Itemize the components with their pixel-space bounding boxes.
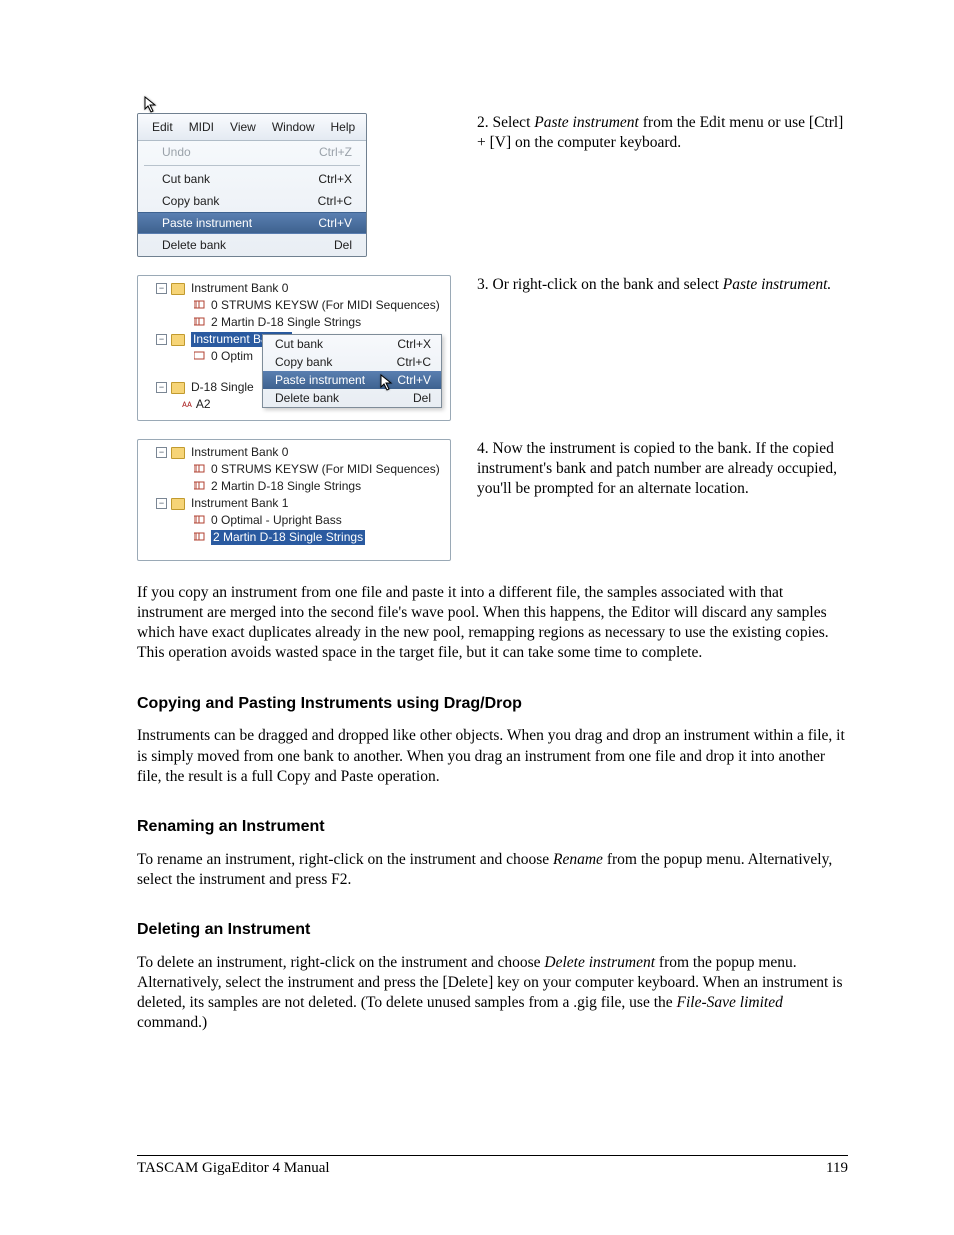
menu-bar: Edit MIDI View Window Help (138, 114, 366, 141)
cursor-icon (380, 374, 394, 392)
folder-icon (171, 382, 185, 394)
paragraph-dragdrop: Instruments can be dragged and dropped l… (137, 726, 848, 786)
menu-item-undo[interactable]: UndoCtrl+Z (138, 141, 366, 163)
heading-rename: Renaming an Instrument (137, 817, 848, 838)
ctx-copy-bank[interactable]: Copy bankCtrl+C (263, 353, 441, 371)
menu-item-delete-bank[interactable]: Delete bankDel (138, 234, 366, 256)
step-4-text: 4. Now the instrument is copied to the b… (477, 439, 848, 499)
tree-item[interactable]: 0 STRUMS KEYSW (For MIDI Sequences) (211, 462, 440, 477)
folder-icon (171, 283, 185, 295)
menu-window[interactable]: Window (264, 118, 323, 136)
tree-bank-0[interactable]: Instrument Bank 0 (191, 445, 288, 460)
ctx-delete-bank[interactable]: Delete bankDel (263, 389, 441, 407)
folder-icon (171, 498, 185, 510)
edit-menu-screenshot: Edit MIDI View Window Help UndoCtrl+Z Cu… (137, 113, 367, 257)
cursor-icon (144, 113, 158, 114)
ctx-cut-bank[interactable]: Cut bankCtrl+X (263, 335, 441, 353)
instrument-icon (194, 349, 206, 364)
page-number: 119 (826, 1160, 848, 1177)
tree-item[interactable]: 0 STRUMS KEYSW (For MIDI Sequences) (211, 298, 440, 313)
menu-edit[interactable]: Edit (144, 118, 181, 136)
collapse-icon[interactable]: − (156, 283, 167, 294)
tree-context-screenshot: − Instrument Bank 0 0 STRUMS KEYSW (For M… (137, 275, 451, 421)
context-menu: Cut bankCtrl+X Copy bankCtrl+C Paste ins… (262, 334, 442, 408)
menu-separator (144, 165, 360, 166)
paragraph-rename: To rename an instrument, right-click on … (137, 850, 848, 890)
instrument-icon (194, 298, 206, 313)
tree-item[interactable]: 2 Martin D-18 Single Strings (211, 479, 361, 494)
ctx-paste-instrument[interactable]: Paste instrumentCtrl+V (263, 371, 441, 389)
menu-midi[interactable]: MIDI (181, 118, 222, 136)
tree-bank-1[interactable]: Instrument Bank 1 (191, 496, 288, 511)
instrument-icon (194, 315, 206, 330)
menu-help[interactable]: Help (323, 118, 364, 136)
collapse-icon[interactable]: − (156, 334, 167, 345)
tree-item[interactable]: A2 (196, 397, 211, 412)
step-2-text: 2. Select Paste instrument from the Edit… (477, 113, 848, 153)
tree-item[interactable]: 0 Optimal - Upright Bass (211, 513, 342, 528)
heading-dragdrop: Copying and Pasting Instruments using Dr… (137, 694, 848, 715)
tree-item-selected[interactable]: 2 Martin D-18 Single Strings (211, 530, 365, 545)
page-footer: TASCAM GigaEditor 4 Manual 119 (137, 1155, 848, 1177)
instrument-icon (194, 530, 206, 545)
heading-delete: Deleting an Instrument (137, 920, 848, 941)
instrument-icon (194, 513, 206, 528)
paragraph-merge: If you copy an instrument from one file … (137, 583, 848, 664)
tree-item[interactable]: D-18 Single (191, 380, 254, 395)
menu-item-paste-instrument[interactable]: Paste instrumentCtrl+V (138, 212, 366, 234)
menu-item-copy-bank[interactable]: Copy bankCtrl+C (138, 190, 366, 212)
menu-view[interactable]: View (222, 118, 264, 136)
collapse-icon[interactable]: − (156, 382, 167, 393)
menu-item-cut-bank[interactable]: Cut bankCtrl+X (138, 168, 366, 190)
edit-dropdown: UndoCtrl+Z Cut bankCtrl+X Copy bankCtrl+… (138, 141, 366, 256)
instrument-icon (194, 462, 206, 477)
folder-icon (171, 447, 185, 459)
tree-bank-0[interactable]: Instrument Bank 0 (191, 281, 288, 296)
footer-title: TASCAM GigaEditor 4 Manual (137, 1160, 330, 1177)
instrument-icon (194, 479, 206, 494)
tree-item[interactable]: 2 Martin D-18 Single Strings (211, 315, 361, 330)
tree-result-screenshot: − Instrument Bank 0 0 STRUMS KEYSW (For M… (137, 439, 451, 561)
folder-icon (171, 334, 185, 346)
paragraph-delete: To delete an instrument, right-click on … (137, 953, 848, 1034)
tree-item[interactable]: 0 Optim (211, 349, 253, 364)
collapse-icon[interactable]: − (156, 498, 167, 509)
step-3-text: 3. Or right-click on the bank and select… (477, 275, 848, 295)
collapse-icon[interactable]: − (156, 447, 167, 458)
wave-icon: ᴀᴀ (182, 397, 192, 412)
